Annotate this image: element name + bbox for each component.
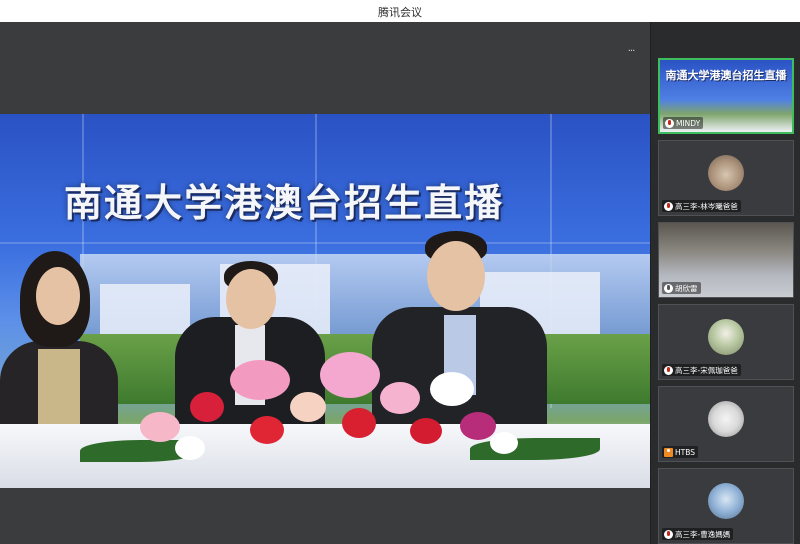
- participant-label: 胡欣雷: [662, 282, 701, 294]
- avatar: [708, 483, 744, 519]
- flower-arrangement: [80, 352, 600, 478]
- participant-name: HTBS: [675, 447, 695, 457]
- participant-tile[interactable]: 南通大学港澳台招生直播 MINDY: [658, 58, 794, 134]
- participant-video-banner: 南通大学港澳台招生直播: [665, 69, 787, 82]
- video-banner-text: 南通大学港澳台招生直播: [64, 181, 505, 225]
- participant-tile[interactable]: 高三李-林岑曦爸爸: [658, 140, 794, 216]
- participant-tile[interactable]: 高三李-宋佩珈爸爸: [658, 304, 794, 380]
- avatar: [708, 401, 744, 437]
- title-bar: 腾讯会议: [0, 0, 800, 22]
- window-title: 腾讯会议: [378, 6, 422, 19]
- shared-video[interactable]: 南通大学港澳台招生直播: [0, 114, 650, 488]
- mic-off-icon: [664, 283, 673, 293]
- more-icon[interactable]: ···: [624, 47, 638, 57]
- avatar: [708, 155, 744, 191]
- participant-name: 胡欣雷: [675, 283, 698, 293]
- avatar: [708, 319, 744, 355]
- user-badge-icon: [664, 447, 673, 457]
- participant-panel: 南通大学港澳台招生直播 MINDY 高三李-林岑曦爸爸 胡欣雷 高三李-宋佩珈爸…: [650, 22, 800, 544]
- mic-icon: [664, 201, 673, 211]
- participant-name: 高三李-林岑曦爸爸: [675, 201, 738, 211]
- mic-icon: [665, 118, 674, 128]
- mic-icon: [664, 529, 673, 539]
- main-stage: ··· 南通大学港澳台招生直播: [0, 22, 650, 544]
- participant-name: MINDY: [676, 118, 701, 128]
- participant-name: 高三李-曹逸媽媽: [675, 529, 731, 539]
- participant-label: HTBS: [662, 446, 698, 458]
- participant-tile[interactable]: 高三李-曹逸媽媽: [658, 468, 794, 544]
- participant-tile[interactable]: HTBS: [658, 386, 794, 462]
- participant-name: 高三李-宋佩珈爸爸: [675, 365, 738, 375]
- participant-label: 高三李-宋佩珈爸爸: [662, 364, 741, 376]
- screen-seam: [0, 242, 650, 244]
- mic-icon: [664, 365, 673, 375]
- participant-label: MINDY: [663, 117, 704, 129]
- participant-label: 高三李-曹逸媽媽: [662, 528, 734, 540]
- participant-label: 高三李-林岑曦爸爸: [662, 200, 741, 212]
- campus-scene: [80, 254, 650, 344]
- participant-tile[interactable]: 胡欣雷: [658, 222, 794, 298]
